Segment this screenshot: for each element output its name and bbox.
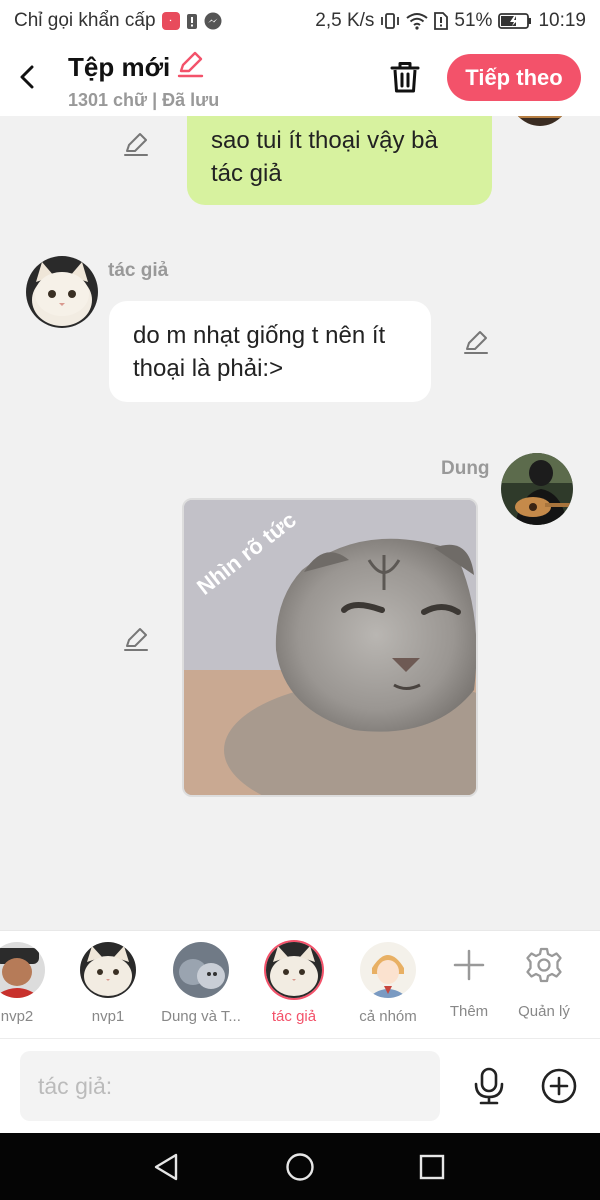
network-speed: 2,5 K/s (315, 10, 375, 31)
avatar (80, 942, 136, 998)
page-title-row: Tệp mới (68, 50, 219, 85)
character-label: tác giả (271, 1008, 317, 1025)
plus-circle-icon (541, 1068, 577, 1104)
character-tac-gia[interactable]: tác giả (249, 931, 339, 1039)
microphone-icon (474, 1067, 504, 1105)
microphone-button[interactable] (468, 1065, 510, 1107)
word-count: 1301 chữ (68, 90, 148, 110)
edit-message-icon[interactable] (122, 625, 150, 653)
nav-recents-button[interactable] (414, 1149, 450, 1185)
avatar (266, 942, 322, 998)
character-label: cả nhóm (359, 1008, 417, 1025)
avatar (173, 942, 229, 998)
character-nvp1[interactable]: nvp1 (63, 931, 153, 1039)
circle-home-icon (286, 1153, 314, 1181)
avatar (0, 942, 45, 998)
nav-back-button[interactable] (148, 1149, 184, 1185)
chevron-left-icon (20, 65, 34, 89)
add-attachment-button[interactable] (538, 1065, 580, 1107)
trash-icon (390, 62, 420, 93)
chat-area[interactable]: sao tui ít thoại vậy bà tác giả tác giả … (0, 116, 600, 930)
character-label: Dung và T... (161, 1008, 241, 1025)
carrier-text: Chỉ gọi khẩn cấp (14, 10, 156, 31)
input-bar (0, 1038, 600, 1133)
delete-button[interactable] (386, 58, 424, 96)
sender-name: Dung (441, 458, 490, 479)
system-nav-bar (0, 1133, 600, 1200)
character-nvp2[interactable]: nvp2 (0, 931, 62, 1039)
avatar-dung-partial (508, 116, 572, 126)
back-button[interactable] (12, 60, 42, 94)
manage-label: Quản lý (518, 1003, 570, 1020)
square-recents-icon (419, 1154, 445, 1180)
avatar-tac-gia[interactable] (26, 256, 98, 328)
wifi-icon (406, 12, 429, 30)
message-image[interactable]: Nhìn rõ tức (182, 498, 478, 797)
character-ca-nhom[interactable]: cả nhóm (343, 931, 433, 1039)
screen: Chỉ gọi khẩn cấp ▪ 2,5 K/s 51% 10:19 Tệp… (0, 0, 600, 1200)
edit-message-icon[interactable] (122, 130, 150, 158)
message-bubble[interactable]: sao tui ít thoại vậy bà tác giả (187, 116, 492, 205)
battery-icon (498, 12, 532, 30)
clock: 10:19 (538, 10, 586, 31)
plus-icon (441, 937, 497, 993)
character-dung-va-t[interactable]: Dung và T... (156, 931, 246, 1039)
character-label: nvp1 (91, 1008, 125, 1025)
message-bubble[interactable]: do m nhạt giống t nên ít thoại là phải:> (109, 301, 431, 402)
app-notification-icon: ▪ (161, 12, 180, 30)
title-block: Tệp mới 1301 chữ | Đã lưu (68, 50, 219, 111)
alert-icon (186, 12, 198, 30)
edit-message-icon[interactable] (462, 328, 490, 356)
cat-meme-image (184, 500, 476, 795)
add-label: Thêm (449, 1003, 489, 1020)
nav-home-button[interactable] (282, 1149, 318, 1185)
page-title: Tệp mới (68, 52, 171, 82)
file-meta: 1301 chữ | Đã lưu (68, 90, 219, 111)
header: Tệp mới 1301 chữ | Đã lưu Tiếp theo (0, 42, 600, 116)
edit-title-icon[interactable] (176, 50, 204, 85)
save-status: Đã lưu (162, 90, 220, 110)
battery-percent: 51% (454, 10, 493, 31)
triangle-back-icon (154, 1153, 178, 1181)
status-bar: Chỉ gọi khẩn cấp ▪ 2,5 K/s 51% 10:19 (0, 0, 600, 42)
next-button[interactable]: Tiếp theo (447, 54, 581, 101)
character-bar: nvp2 nvp1 Dung và T... tác giả cả nhóm T… (0, 930, 600, 1038)
sender-name: tác giả (108, 260, 169, 281)
avatar (360, 942, 416, 998)
sim-alert-icon (434, 12, 449, 30)
avatar-dung[interactable] (501, 453, 573, 525)
character-label: nvp2 (0, 1008, 34, 1025)
gear-icon (516, 937, 572, 993)
messenger-icon (204, 12, 222, 30)
vibrate-icon (380, 12, 400, 30)
message-input[interactable] (20, 1051, 440, 1121)
manage-button[interactable]: Quản lý (499, 931, 589, 1039)
meta-separator: | (152, 90, 158, 110)
